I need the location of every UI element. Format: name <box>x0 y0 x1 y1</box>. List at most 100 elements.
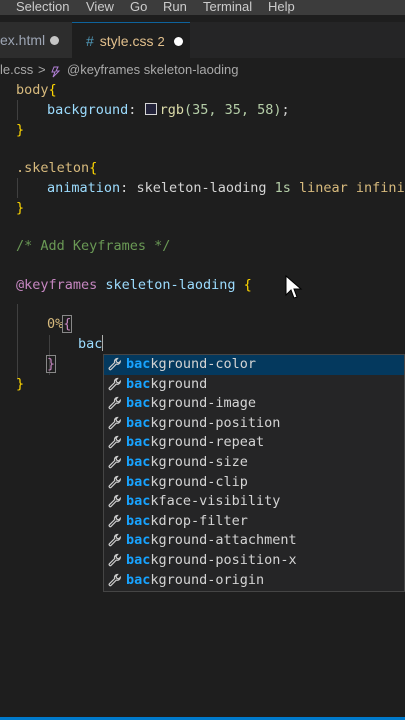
breadcrumb-symbol[interactable]: @keyframes skeleton-laoding <box>67 60 238 80</box>
editor-tabs: ex.html # style.css 2 <box>0 22 405 59</box>
code-line: body{ <box>16 80 57 100</box>
tab-style-css[interactable]: # style.css 2 <box>72 22 190 59</box>
tab-label: ex.html <box>0 32 46 48</box>
suggestion-item[interactable]: background-attachment <box>104 531 404 551</box>
animation-timing: linear infinite <box>299 180 405 196</box>
at-keyword: @keyframes <box>16 277 98 293</box>
code-line: background: rgb(35, 35, 58); <box>47 100 290 120</box>
animation-name: skeleton-laoding <box>136 180 267 196</box>
wrench-icon <box>108 514 121 527</box>
wrench-icon <box>108 455 121 469</box>
menu-go[interactable]: Go <box>130 0 147 13</box>
brace: } <box>16 376 25 392</box>
menu-run[interactable]: Run <box>163 0 187 13</box>
tab-label: style.css <box>99 33 154 49</box>
suggestion-rest: kground-position-x <box>150 551 297 568</box>
breadcrumb-file[interactable]: le.css <box>0 60 33 80</box>
animation-duration: 1s <box>274 180 291 196</box>
indent-guide <box>17 304 18 380</box>
suggestion-rest: kdrop-filter <box>150 512 248 529</box>
suggestion-rest: kground-color <box>150 356 257 372</box>
code-line: .skeleton{ <box>16 158 97 178</box>
suggestion-match: bac <box>126 356 151 372</box>
suggestion-item[interactable]: background-origin <box>104 571 404 591</box>
brace: { <box>48 82 57 98</box>
code-line: } <box>16 198 24 218</box>
suggestion-match: bac <box>126 434 151 451</box>
typed-text: bac <box>78 336 103 352</box>
wrench-icon <box>108 397 121 410</box>
rgb-args: (35, 35, 58) <box>183 102 282 118</box>
brace: { <box>243 277 252 293</box>
autocomplete-list[interactable]: background-color background background-ima… <box>103 354 405 592</box>
modified-dot-icon[interactable] <box>50 36 59 45</box>
colon: : <box>128 102 137 118</box>
colon: : <box>120 180 129 196</box>
rgb-function: rgb <box>159 102 184 118</box>
code-line: } <box>16 374 24 394</box>
indent-guide <box>17 178 18 198</box>
suggestion-item[interactable]: background-position-x <box>104 551 404 571</box>
suggestion-match: bac <box>126 414 151 431</box>
wrench-icon <box>108 573 121 586</box>
menu-terminal[interactable]: Terminal <box>203 0 252 13</box>
suggestion-item[interactable]: background-clip <box>104 473 404 493</box>
code-line: /* Add Keyframes */ <box>16 236 170 256</box>
suggestion-item[interactable]: background <box>104 375 404 395</box>
suggestion-item[interactable]: background-color <box>104 355 404 375</box>
wrench-icon <box>108 534 121 547</box>
menu-bar: Selection View Go Run Terminal Help <box>0 0 405 15</box>
keyframes-name: skeleton-laoding <box>105 277 236 293</box>
problems-count: 2 <box>157 34 165 49</box>
suggestion-rest: kground-size <box>150 453 248 470</box>
code-line: @keyframes skeleton-laoding { <box>16 275 252 295</box>
suggestion-match: bac <box>126 551 151 568</box>
brace: { <box>62 315 73 333</box>
suggestion-rest: kground-image <box>150 395 257 412</box>
breadcrumb-separator: > <box>38 62 46 77</box>
suggestion-rest: kground-repeat <box>150 434 265 451</box>
suggestion-item[interactable]: backdrop-filter <box>104 512 404 532</box>
suggestion-match: bac <box>126 395 151 412</box>
keyframe-percent: 0% <box>47 316 64 332</box>
breadcrumb: le.css > @keyframes skeleton-laoding <box>0 60 405 80</box>
code-line: animation: skeleton-laoding 1s linear in… <box>47 178 405 198</box>
suggestion-rest: kface-visibility <box>150 493 281 510</box>
wrench-icon <box>108 495 121 508</box>
menu-view[interactable]: View <box>86 0 114 13</box>
indent-guide <box>17 100 18 120</box>
css-file-icon: # <box>86 33 94 49</box>
code-line: 0%{ <box>47 314 73 334</box>
suggestion-item[interactable]: background-position <box>104 414 404 434</box>
suggestion-match: bac <box>126 493 151 510</box>
suggestion-item[interactable]: backface-visibility <box>104 492 404 512</box>
code-line: } <box>45 354 57 374</box>
brace: } <box>16 122 25 138</box>
suggestion-match: bac <box>126 375 151 392</box>
wrench-icon <box>108 377 121 390</box>
color-swatch-icon[interactable] <box>144 103 157 115</box>
suggestion-item[interactable]: background-image <box>104 394 404 414</box>
brace: { <box>89 160 98 176</box>
tab-index-html[interactable]: ex.html <box>0 22 72 58</box>
code-line: } <box>16 120 24 140</box>
suggestion-match: bac <box>126 453 151 470</box>
mouse-pointer-icon <box>285 275 303 299</box>
symbol-event-icon <box>50 64 62 78</box>
comment: /* Add Keyframes */ <box>16 238 171 254</box>
wrench-icon <box>108 416 121 429</box>
menu-selection[interactable]: Selection <box>16 0 69 13</box>
selector-body: body <box>16 82 49 98</box>
suggestion-item[interactable]: background-repeat <box>104 433 404 453</box>
menu-help[interactable]: Help <box>268 0 295 13</box>
property-background: background <box>47 102 129 118</box>
text-cursor <box>102 335 104 351</box>
suggestion-rest: kground <box>150 375 208 392</box>
modified-dot-icon[interactable] <box>174 37 183 46</box>
semicolon: ; <box>281 102 290 118</box>
suggestion-match: bac <box>126 532 151 549</box>
code-line: bac <box>78 334 104 354</box>
brace: } <box>45 355 57 373</box>
suggestion-rest: kground-clip <box>150 473 248 490</box>
suggestion-item[interactable]: background-size <box>104 453 404 473</box>
